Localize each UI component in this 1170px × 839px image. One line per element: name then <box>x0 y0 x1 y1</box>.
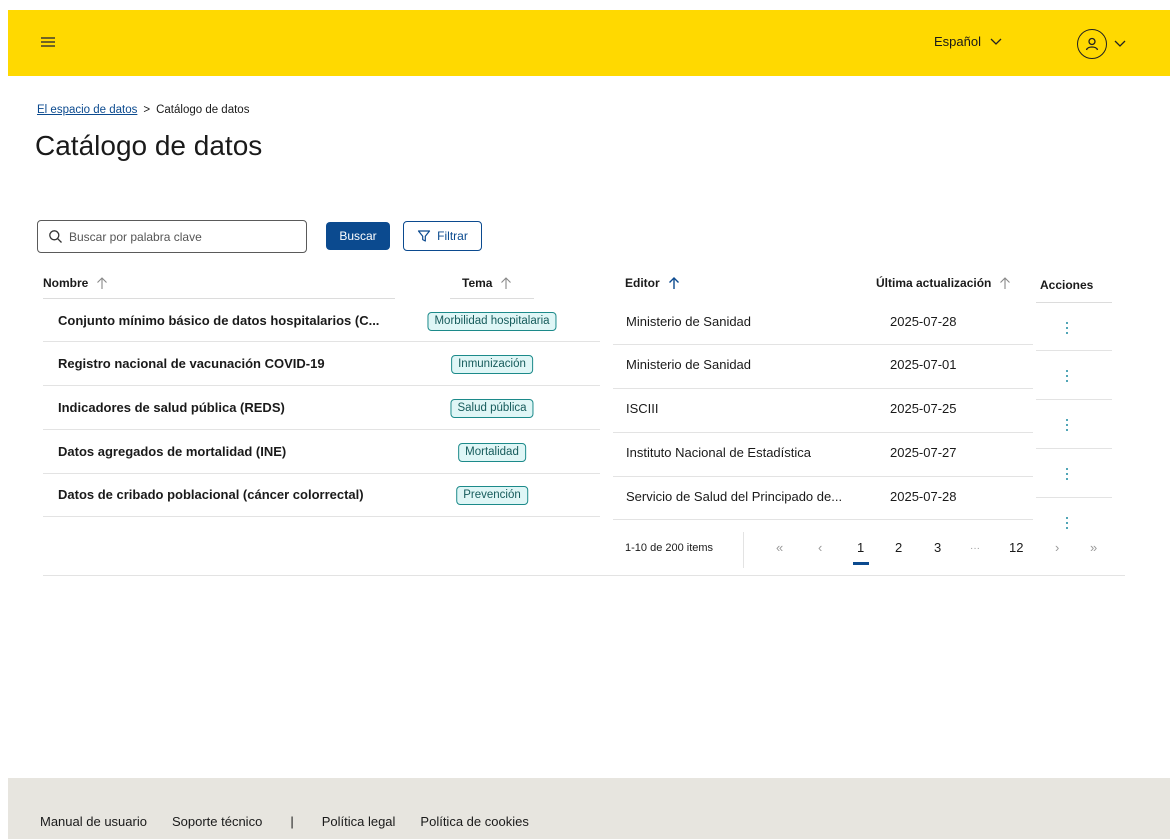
row-divider <box>43 473 600 474</box>
row-divider <box>1036 350 1112 351</box>
row-divider <box>613 432 1033 433</box>
theme-tag: Inmunización <box>451 355 533 374</box>
page-button[interactable]: 3 <box>934 540 941 555</box>
theme-tag: Prevención <box>456 486 528 505</box>
column-header-editor-label: Editor <box>625 276 660 290</box>
chevron-down-icon <box>990 38 1002 45</box>
column-header-actions: Acciones <box>1040 278 1093 292</box>
footer-link-user-manual[interactable]: Manual de usuario <box>40 814 147 829</box>
row-divider <box>43 429 600 430</box>
table-row-name[interactable]: Conjunto mínimo básico de datos hospital… <box>58 313 379 328</box>
editor-cell: Ministerio de Sanidad <box>626 357 752 372</box>
row-divider <box>1036 448 1112 449</box>
editor-cell: Servicio de Salud del Principado de... <box>626 489 843 504</box>
filter-button-label: Filtrar <box>437 229 468 243</box>
theme-tag: Morbilidad hospitalaria <box>427 312 557 331</box>
page-button-last[interactable]: 12 <box>1009 540 1023 555</box>
page: Español El espacio de datos > Catálogo d… <box>8 10 1170 839</box>
row-divider <box>43 516 600 517</box>
row-divider <box>613 476 1033 477</box>
breadcrumb-current: Catálogo de datos <box>156 104 250 116</box>
row-divider <box>43 385 600 386</box>
column-header-updated[interactable]: Última actualización <box>876 276 1011 290</box>
footer-links: Manual de usuario Soporte técnico | Polí… <box>40 814 529 829</box>
page-button[interactable]: 2 <box>895 540 902 555</box>
column-header-name[interactable]: Nombre <box>43 276 108 290</box>
page-button-active[interactable]: 1 <box>857 540 864 555</box>
search-input[interactable] <box>69 229 289 244</box>
breadcrumb-link-data-space[interactable]: El espacio de datos <box>37 104 137 116</box>
footer-link-cookie-policy[interactable]: Política de cookies <box>420 814 528 829</box>
next-page-icon[interactable]: › <box>1055 540 1059 555</box>
updated-cell: 2025-07-01 <box>890 357 957 372</box>
prev-page-icon[interactable]: ‹ <box>818 540 822 555</box>
column-header-underline <box>43 298 395 299</box>
first-page-icon[interactable]: « <box>776 540 783 555</box>
row-divider <box>1036 399 1112 400</box>
column-header-underline <box>1036 302 1112 303</box>
sort-arrow-up-icon <box>501 277 512 289</box>
row-divider <box>613 344 1033 345</box>
table-row-name[interactable]: Datos de cribado poblacional (cáncer col… <box>58 487 364 502</box>
footer-link-legal-policy[interactable]: Política legal <box>322 814 396 829</box>
updated-cell: 2025-07-27 <box>890 445 957 460</box>
table-row-name[interactable]: Registro nacional de vacunación COVID-19 <box>58 356 325 371</box>
theme-tag: Salud pública <box>450 399 534 418</box>
table-row-name[interactable]: Datos agregados de mortalidad (INE) <box>58 444 286 459</box>
row-actions-kebab-icon[interactable] <box>1062 515 1072 531</box>
user-menu[interactable] <box>1077 29 1127 59</box>
chevron-down-icon <box>1114 40 1126 47</box>
top-header: Español <box>8 10 1170 76</box>
hamburger-menu-icon[interactable] <box>38 32 58 52</box>
pagination-info: 1-10 de 200 items <box>625 542 714 554</box>
pagination-divider <box>743 532 744 568</box>
row-actions-kebab-icon[interactable] <box>1062 320 1072 336</box>
updated-cell: 2025-07-28 <box>890 489 957 504</box>
language-selector[interactable]: Español <box>934 34 1003 49</box>
sort-arrow-up-active-icon <box>668 277 679 289</box>
row-actions-kebab-icon[interactable] <box>1062 466 1072 482</box>
breadcrumb-separator: > <box>143 104 151 116</box>
editor-cell: ISCIII <box>626 401 659 416</box>
theme-tag: Mortalidad <box>458 443 526 462</box>
column-header-theme[interactable]: Tema <box>462 276 512 290</box>
column-header-editor[interactable]: Editor <box>625 276 680 290</box>
pagination-ellipsis: ··· <box>970 543 980 554</box>
table-row-name[interactable]: Indicadores de salud pública (REDS) <box>58 400 285 415</box>
table-bottom-divider <box>43 575 1125 576</box>
editor-cell: Instituto Nacional de Estadística <box>626 445 811 460</box>
updated-cell: 2025-07-28 <box>890 314 957 329</box>
page-title: Catálogo de datos <box>35 130 263 161</box>
row-actions-kebab-icon[interactable] <box>1062 417 1072 433</box>
search-button[interactable]: Buscar <box>326 222 390 250</box>
search-box <box>37 220 307 253</box>
column-header-underline <box>450 298 534 299</box>
footer-link-tech-support[interactable]: Soporte técnico <box>172 814 262 829</box>
row-divider <box>613 388 1033 389</box>
active-page-indicator <box>853 562 869 565</box>
row-actions-kebab-icon[interactable] <box>1062 368 1072 384</box>
row-divider <box>43 341 600 342</box>
language-label: Español <box>934 34 981 49</box>
footer <box>8 778 1170 839</box>
last-page-icon[interactable]: » <box>1090 540 1097 555</box>
column-header-theme-label: Tema <box>462 276 493 290</box>
column-header-actions-label: Acciones <box>1040 278 1094 292</box>
column-header-updated-label: Última actualización <box>876 276 992 290</box>
search-icon <box>49 230 62 243</box>
footer-divider: | <box>290 814 294 829</box>
breadcrumb: El espacio de datos > Catálogo de datos <box>37 104 249 116</box>
updated-cell: 2025-07-25 <box>890 401 957 416</box>
row-divider <box>613 519 1033 520</box>
row-divider <box>1036 497 1112 498</box>
sort-arrow-up-icon <box>1000 277 1011 289</box>
column-header-name-label: Nombre <box>43 276 89 290</box>
editor-cell: Ministerio de Sanidad <box>626 314 752 329</box>
filter-button[interactable]: Filtrar <box>403 221 482 251</box>
filter-icon <box>418 230 431 242</box>
user-avatar-icon <box>1077 29 1107 59</box>
sort-arrow-up-icon <box>97 277 108 289</box>
